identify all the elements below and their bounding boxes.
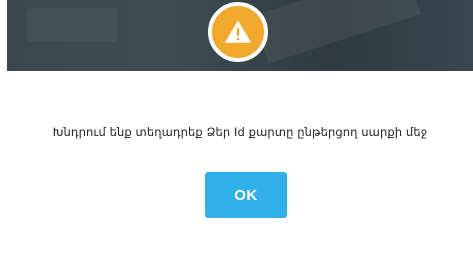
warning-icon [208,2,268,62]
page: Խնդրում ենք տեղադրեք Ձեր Id քարտը ընթերց… [0,0,473,260]
alert-dialog [7,71,473,260]
ok-button[interactable]: OK [205,172,287,218]
warning-triangle-icon [225,21,251,43]
dialog-message: Խնդրում ենք տեղադրեք Ձեր Id քարտը ընթերց… [52,125,428,139]
